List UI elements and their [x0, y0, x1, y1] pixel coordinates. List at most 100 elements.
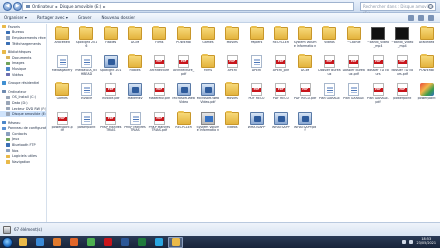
taskbar-skype-button[interactable] [151, 237, 166, 248]
file-item[interactable]: DCIM [123, 26, 147, 54]
file-item[interactable]: Architecture [147, 54, 171, 82]
file-item[interactable]: Microsoft.WebVideo.pdf [196, 82, 220, 110]
file-name: Invoice [80, 97, 93, 101]
file-item[interactable]: Invoice [74, 82, 98, 110]
file-item[interactable]: Microsoft.WebVideo [171, 82, 195, 110]
file-item[interactable]: Games [196, 26, 220, 54]
file-item[interactable]: Films [196, 54, 220, 82]
sidebar-item[interactable]: Navigation [0, 159, 46, 165]
file-item[interactable]: DCIM [293, 54, 317, 82]
file-item[interactable]: dossier TD cours [366, 54, 390, 82]
file-item[interactable]: Spotlight 2016 [99, 54, 123, 82]
search-input[interactable]: Rechercher dans : Disque amovible (E:) [360, 2, 436, 16]
sidebar-item[interactable]: Disque amovible (E:) [0, 111, 46, 117]
file-item[interactable]: System Volume Informatio n [196, 111, 220, 139]
file-item[interactable]: Videos [220, 110, 244, 139]
file-item[interactable]: Architecture_pdf [171, 54, 195, 82]
file-item[interactable]: Aracelted [414, 26, 438, 54]
breadcrumb[interactable]: Ordinateur ▸ Disque amovible (E:) ▸ [22, 2, 354, 11]
forward-button[interactable]: ▶ [13, 2, 22, 11]
file-item[interactable]: powerpoint.pdf [50, 111, 74, 139]
file-item[interactable]: powerpoint [414, 82, 438, 110]
file-item[interactable]: PDF RECU.pdf [293, 82, 317, 110]
breadcrumb-drive[interactable]: Disque amovible (E:) [60, 4, 102, 9]
file-item[interactable]: mediaSEA_NTHBEAD [74, 54, 98, 82]
file-item[interactable]: POWERBI [414, 54, 438, 82]
taskbar-word-button[interactable] [117, 237, 132, 248]
file-item[interactable]: MakeMkv.pdf [147, 82, 171, 110]
file-item[interactable]: Games [50, 82, 74, 110]
file-item[interactable]: WHATSAPP [269, 111, 293, 139]
volume-icon[interactable] [409, 240, 414, 244]
taskbar-explorer-button[interactable] [15, 237, 30, 248]
file-item[interactable]: APERI [244, 54, 268, 82]
file-item[interactable]: ~bandl_Video_mp4 [366, 26, 390, 54]
file-icon [323, 83, 335, 97]
file-item[interactable]: RECYCLER [269, 26, 293, 54]
file-item[interactable]: Invoice.pdf [99, 82, 123, 110]
file-item[interactable]: PhKP Manifes TRIAS [123, 111, 147, 139]
file-item[interactable]: Dossier Bureaux [317, 54, 341, 82]
sidebar-item[interactable]: Groupe résidentiel [0, 80, 46, 86]
file-name: APERI [227, 69, 237, 73]
sidebar-item[interactable]: Téléchargements [0, 41, 46, 47]
file-item[interactable]: APERI [220, 54, 244, 82]
breadcrumb-computer[interactable]: Ordinateur [32, 4, 54, 9]
taskbar-media-player-button[interactable] [49, 237, 64, 248]
file-name: dossier TD cours.pdf [391, 69, 414, 76]
file-icon [396, 55, 408, 69]
file-item[interactable]: Fiables [99, 26, 123, 54]
network-icon[interactable] [402, 240, 407, 244]
sidebar-item[interactable]: Vidéos [0, 72, 46, 78]
file-item[interactable]: WHATSAPP.pdf [293, 111, 317, 139]
preview-pane-icon[interactable] [418, 15, 424, 21]
share-button[interactable]: Partager avec ▾ [37, 15, 68, 20]
file-item[interactable]: ~bandl_Video_mp4 [390, 26, 414, 54]
file-item[interactable]: POWERBI [171, 26, 195, 54]
organize-button[interactable]: Organiser ▾ [4, 15, 27, 20]
start-button[interactable] [2, 236, 13, 248]
file-item[interactable]: dossier TD cours.pdf [390, 54, 414, 82]
taskbar-chrome-button[interactable] [83, 237, 98, 248]
clock[interactable]: 18:53 23/05/2021 [416, 238, 436, 245]
file-item[interactable]: RECYCLER [171, 110, 195, 139]
taskbar-excel-button[interactable] [134, 237, 149, 248]
burn-button[interactable]: Graver [78, 15, 92, 20]
file-name: Invoice.pdf [101, 97, 120, 101]
taskbar-firefox-button[interactable] [66, 237, 81, 248]
taskbar-acrobat-button[interactable] [100, 237, 115, 248]
file-item[interactable]: Dossier Bureaux.pdf [342, 54, 366, 82]
file-item[interactable]: Plan GARAGE [342, 82, 366, 110]
file-item[interactable]: System Volume Informatio n [293, 26, 317, 54]
file-item[interactable]: Plan GARAGE.pdf [366, 82, 390, 110]
file-item[interactable]: Mediagallery [50, 54, 74, 82]
file-item[interactable]: Papiers [244, 26, 268, 54]
file-item[interactable]: PDF RECU [269, 82, 293, 110]
new-folder-button[interactable]: Nouveau dossier [102, 15, 135, 20]
file-item[interactable]: PhKP Manifes TRIAS.pdf [147, 111, 171, 139]
file-item[interactable]: Movies [220, 82, 244, 110]
file-item[interactable]: Spotlight 2016 [74, 26, 98, 54]
back-button[interactable]: ◀ [3, 2, 12, 11]
taskbar-internet-explorer-button[interactable] [32, 237, 47, 248]
file-item[interactable]: Aracelted [50, 26, 74, 54]
view-options-icon[interactable] [408, 15, 414, 21]
file-item[interactable]: Plan GARAGE [317, 82, 341, 110]
help-icon[interactable] [428, 15, 434, 21]
file-item[interactable]: powerpoint [390, 82, 414, 110]
file-item[interactable]: Movies [220, 26, 244, 54]
file-item[interactable]: APERI_pdf [269, 54, 293, 82]
file-item[interactable]: Films [147, 26, 171, 54]
file-item[interactable]: Videos [317, 26, 341, 54]
file-item[interactable]: PDF RECU [244, 82, 268, 110]
taskbar-explorer-window-button[interactable] [168, 236, 183, 248]
file-name: ~bandl_Video_mp4 [366, 41, 390, 48]
file-item[interactable]: WHATSAPP [244, 111, 268, 139]
chrome-icon [86, 238, 95, 246]
search-icon[interactable] [428, 4, 433, 9]
file-item[interactable]: PhKP Manifes TRIAS [99, 111, 123, 139]
file-item[interactable]: ~Cachie [342, 26, 366, 54]
file-item[interactable]: powerpoint [74, 111, 98, 139]
file-item[interactable]: Fiables [123, 54, 147, 82]
file-item[interactable]: MakeMkv [123, 82, 147, 110]
